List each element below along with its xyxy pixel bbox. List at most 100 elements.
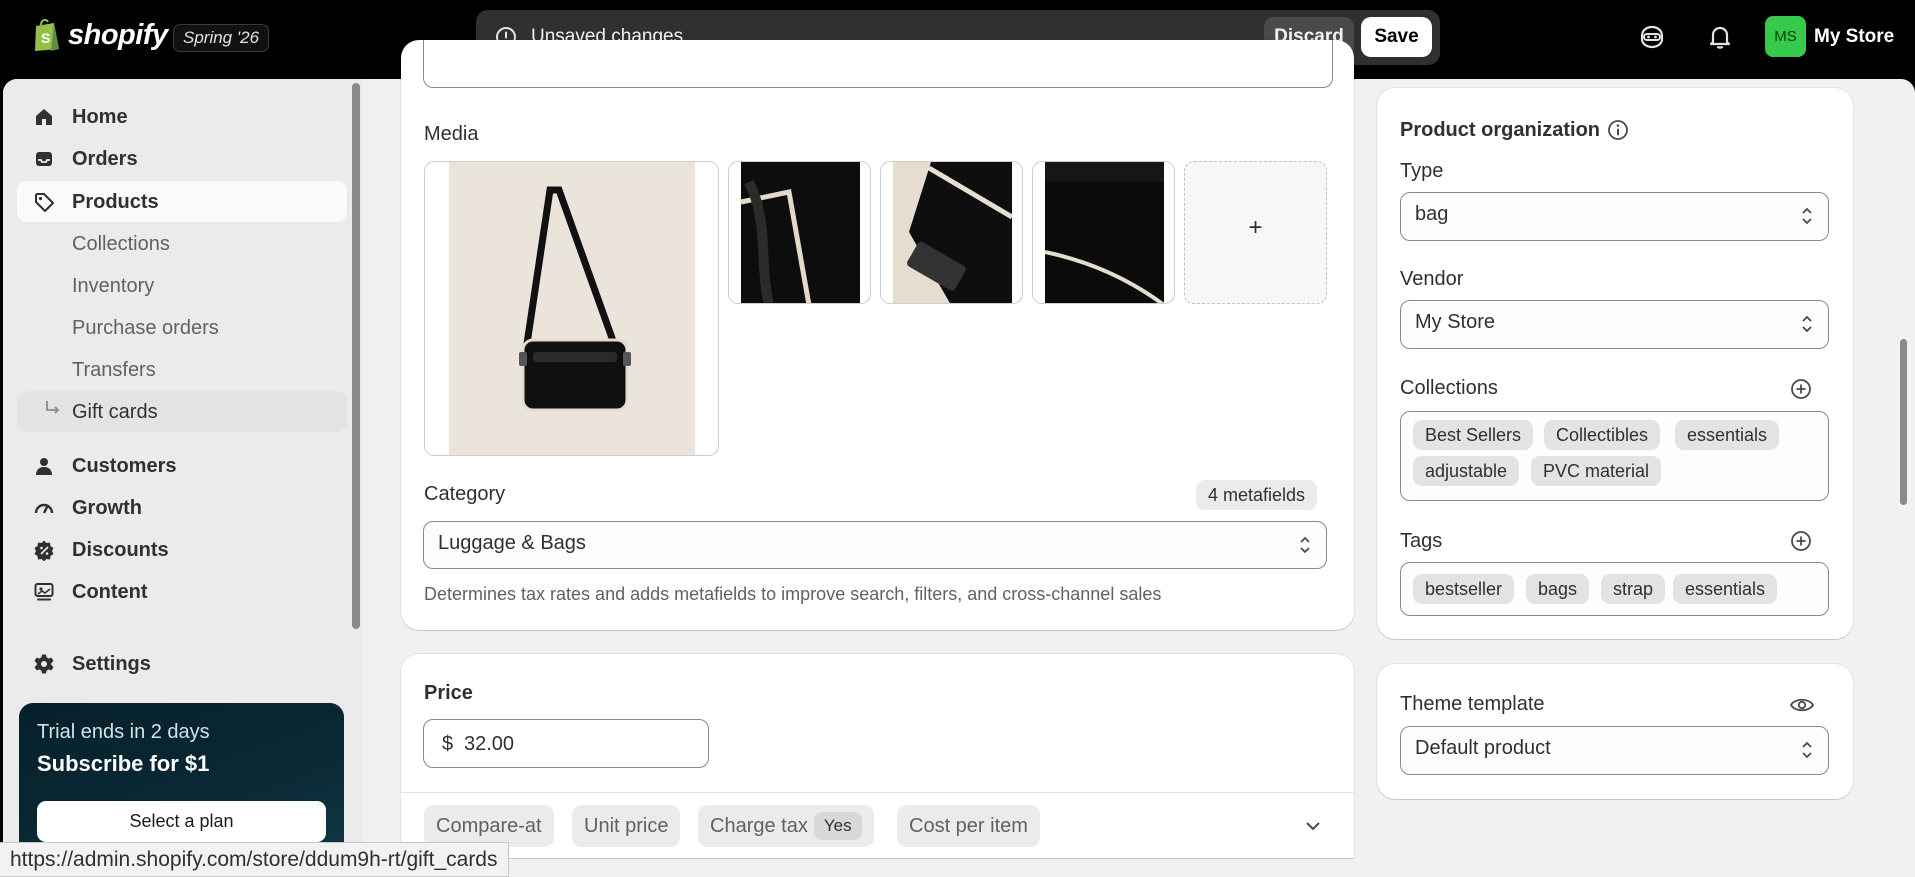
tag-icon: [35, 193, 54, 212]
select-chevron-icon: [1802, 315, 1812, 333]
info-icon[interactable]: [1606, 118, 1630, 142]
gauge-icon: [34, 503, 54, 514]
svg-text:S: S: [41, 30, 50, 46]
price-title: Price: [424, 682, 473, 704]
sidebar-item-label: Content: [72, 581, 148, 603]
add-collection-icon[interactable]: [1789, 377, 1813, 401]
add-media-plus: +: [1248, 214, 1263, 241]
theme-template-label: Theme template: [1400, 693, 1545, 715]
trial-ends-text: Trial ends in 2 days: [37, 721, 210, 743]
store-name[interactable]: My Store: [1814, 26, 1894, 48]
tags-input[interactable]: bestseller bags strap essentials: [1400, 562, 1829, 616]
add-tag-icon[interactable]: [1789, 529, 1813, 553]
sidekick-icon[interactable]: [1638, 23, 1666, 51]
brand-name: shopify: [68, 18, 168, 51]
sidebar-subitem-gift-cards[interactable]: Gift cards: [17, 391, 347, 432]
sidebar-item-label: Gift cards: [72, 401, 158, 423]
category-select[interactable]: Luggage & Bags: [423, 521, 1327, 569]
category-value: Luggage & Bags: [438, 532, 586, 554]
inbox-icon: [36, 152, 52, 166]
sidebar-item-label: Transfers: [72, 359, 156, 381]
cost-per-item-pill[interactable]: Cost per item: [897, 805, 1040, 847]
sidebar-item-orders[interactable]: Orders: [17, 138, 347, 179]
collection-chip[interactable]: adjustable: [1413, 456, 1520, 486]
shopify-logo[interactable]: S shopify: [32, 18, 168, 52]
sidebar-item-products[interactable]: Products: [17, 181, 347, 222]
tag-chip[interactable]: bestseller: [1413, 574, 1515, 604]
theme-template-select[interactable]: Default product: [1400, 726, 1829, 775]
type-select[interactable]: bag: [1400, 192, 1829, 241]
product-organization-title: Product organization: [1400, 119, 1600, 141]
page-scrollbar[interactable]: [1900, 339, 1907, 505]
sidebar-item-discounts[interactable]: Discounts: [17, 529, 347, 570]
tag-chip[interactable]: bags: [1526, 574, 1590, 604]
select-chevron-icon: [1802, 207, 1812, 225]
collection-chip[interactable]: Collectibles: [1544, 420, 1661, 450]
type-value: bag: [1415, 203, 1449, 225]
media-thumbnail-main[interactable]: [424, 161, 719, 456]
sidebar-item-label: Growth: [72, 497, 142, 519]
description-editor-bottom[interactable]: [423, 40, 1333, 88]
select-chevron-icon: [1300, 536, 1310, 554]
browser-status-url: https://admin.shopify.com/store/ddum9h-r…: [0, 842, 509, 877]
sub-arrow-icon: [46, 401, 60, 414]
sidebar-item-content[interactable]: Content: [17, 571, 347, 612]
unit-price-pill[interactable]: Unit price: [572, 805, 681, 847]
gear-icon: [34, 654, 54, 674]
price-input[interactable]: $ 32.00: [423, 719, 709, 768]
person-icon: [36, 458, 52, 475]
sidebar-item-growth[interactable]: Growth: [17, 487, 347, 528]
type-label: Type: [1400, 160, 1444, 182]
sidebar-item-label: Discounts: [72, 539, 169, 561]
discount-icon: [34, 540, 54, 561]
bag-closeup-image: [740, 162, 860, 303]
collections-label: Collections: [1400, 377, 1498, 399]
vendor-label: Vendor: [1400, 268, 1464, 290]
sidebar-item-settings[interactable]: Settings: [17, 643, 347, 684]
media-thumbnail-2[interactable]: [728, 161, 871, 304]
charge-tax-label: Charge tax: [710, 815, 808, 837]
collections-input[interactable]: Best Sellers Collectibles essentials adj…: [1400, 411, 1829, 501]
collection-chip[interactable]: Best Sellers: [1413, 420, 1534, 450]
bell-icon[interactable]: [1706, 23, 1734, 51]
metafields-badge[interactable]: 4 metafields: [1196, 480, 1318, 510]
save-button[interactable]: Save: [1361, 17, 1432, 57]
category-label: Category: [424, 483, 506, 505]
collection-chip[interactable]: essentials: [1675, 420, 1780, 450]
sidebar-subitem-inventory[interactable]: Inventory: [17, 265, 347, 306]
select-plan-button[interactable]: Select a plan: [37, 801, 326, 842]
chevron-down-icon[interactable]: [1302, 815, 1324, 837]
category-help-text: Determines tax rates and adds metafields…: [424, 584, 1162, 604]
sidebar-scrollbar[interactable]: [352, 83, 360, 629]
media-thumbnail-4[interactable]: [1032, 161, 1175, 304]
home-icon: [36, 109, 52, 125]
content-icon: [34, 583, 54, 601]
collection-chip[interactable]: PVC material: [1531, 456, 1662, 486]
store-avatar[interactable]: MS: [1765, 16, 1806, 57]
sidebar-subitem-transfers[interactable]: Transfers: [17, 349, 347, 390]
sidebar: Home Orders Products Collections Invento…: [3, 79, 363, 877]
tag-chip[interactable]: strap: [1601, 574, 1666, 604]
sidebar-subitem-collections[interactable]: Collections: [17, 223, 347, 264]
edition-badge[interactable]: Spring '26: [173, 24, 270, 52]
price-value: 32.00: [464, 733, 515, 755]
tag-chip[interactable]: essentials: [1673, 574, 1778, 604]
sidebar-item-home[interactable]: Home: [17, 96, 347, 137]
sidebar-subitem-purchase-orders[interactable]: Purchase orders: [17, 307, 347, 348]
vendor-select[interactable]: My Store: [1400, 300, 1829, 349]
sidebar-item-label: Settings: [72, 653, 151, 675]
sidebar-item-label: Purchase orders: [72, 317, 219, 339]
media-thumbnail-3[interactable]: [880, 161, 1023, 304]
sidebar-item-label: Products: [72, 191, 159, 213]
compare-at-pill[interactable]: Compare-at: [424, 805, 554, 847]
crossbody-bag-image: [449, 162, 695, 455]
add-media-button[interactable]: +: [1184, 161, 1327, 304]
sidebar-item-customers[interactable]: Customers: [17, 445, 347, 486]
sidebar-item-label: Collections: [72, 233, 170, 255]
eye-icon[interactable]: [1789, 694, 1815, 716]
price-divider: [401, 792, 1354, 793]
sidebar-item-label: Inventory: [72, 275, 155, 297]
charge-tax-pill[interactable]: Charge tax Yes: [698, 805, 874, 847]
bag-texture-image: [1044, 162, 1165, 303]
select-chevron-icon: [1802, 741, 1812, 759]
